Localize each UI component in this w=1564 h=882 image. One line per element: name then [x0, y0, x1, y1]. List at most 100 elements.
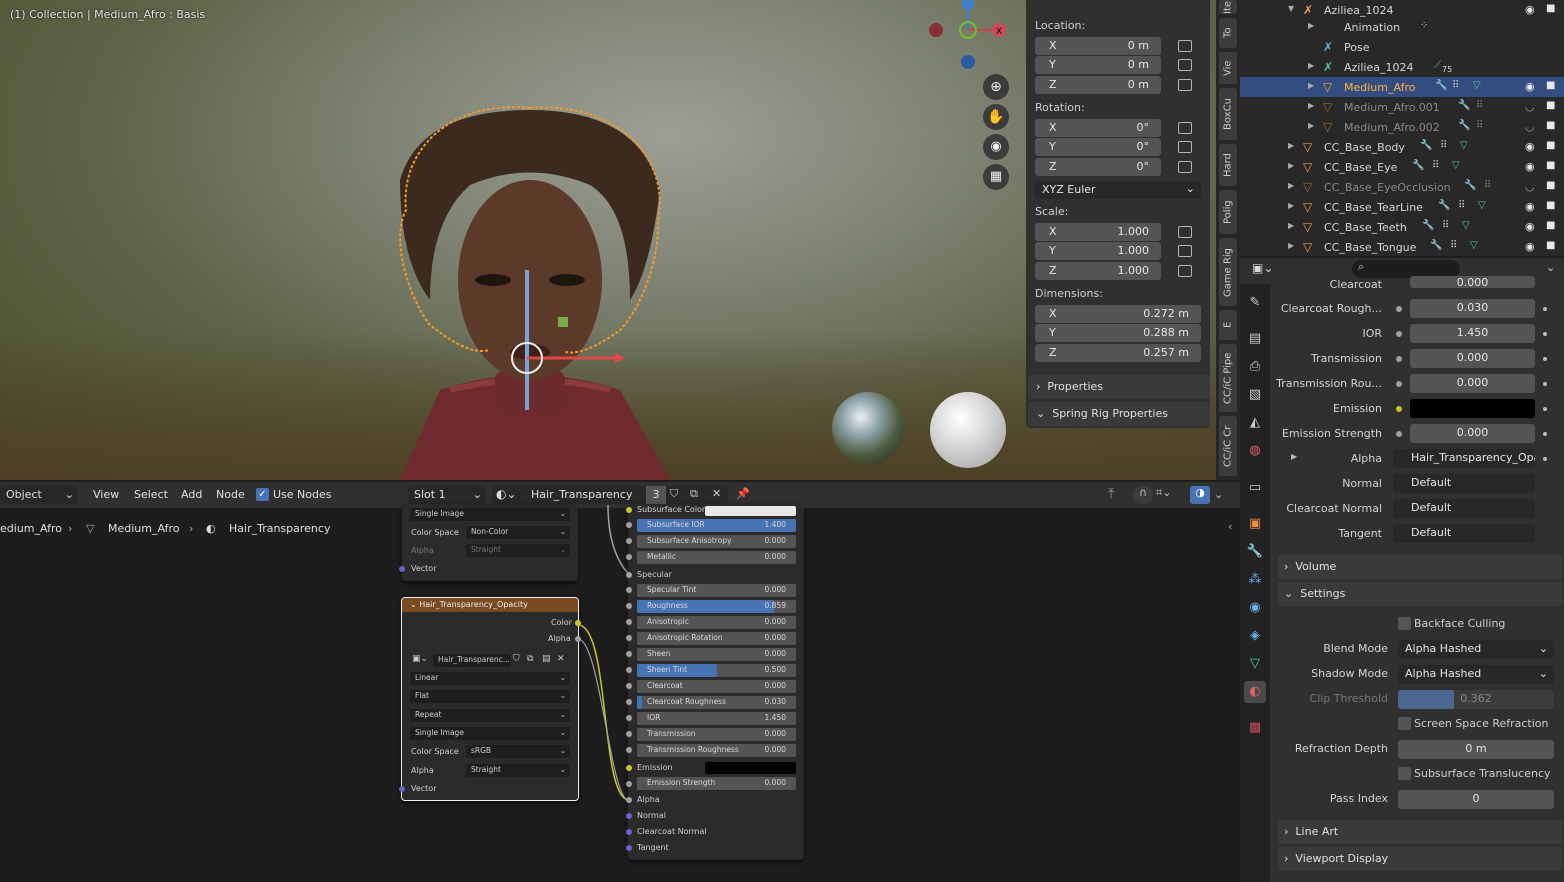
image-name-field[interactable]: Hair_Transparenc... [433, 654, 511, 667]
particles-tab-icon[interactable]: ⁂ [1244, 569, 1266, 591]
outliner-row[interactable]: ▶ ▽ CC_Base_Eye 🔧 ⠿ ▽ ◉ ■ [1240, 157, 1564, 177]
pass-index-field[interactable]: 0 [1398, 790, 1554, 809]
tab-tool[interactable]: To [1219, 18, 1237, 48]
tab-boxcutter[interactable]: BoxCu [1219, 88, 1237, 140]
tab-cc-create[interactable]: CC/iC Cr [1219, 416, 1237, 476]
outliner-row[interactable]: ✗ Pose [1240, 37, 1564, 57]
scale-x-field[interactable]: X 1.000 [1035, 223, 1161, 241]
camera-icon[interactable]: ■ [1546, 180, 1555, 191]
animate-dot[interactable] [1543, 407, 1547, 411]
bsdf-value-field[interactable]: Subsurface IOR 1.400 [637, 519, 796, 532]
menu-node[interactable]: Node [216, 488, 245, 501]
transmission-field[interactable]: 0.000 [1410, 349, 1535, 368]
spring-rig-section-header[interactable]: ⌄ Spring Rig Properties [1028, 402, 1210, 426]
modifier-tab-icon[interactable]: 🔧 [1244, 541, 1266, 563]
menu-add[interactable]: Add [181, 488, 202, 501]
use-nodes-checkbox[interactable]: ✓ [256, 488, 269, 501]
outliner-row[interactable]: ▶ Animation ⁘ [1240, 17, 1564, 37]
input-socket[interactable] [626, 554, 632, 560]
tab-item[interactable]: Ite [1219, 0, 1237, 14]
chevron-down-icon[interactable]: ⌄ [1546, 261, 1555, 274]
zoom-icon[interactable]: ⊕ [983, 74, 1009, 100]
perspective-grid-icon[interactable]: ▦ [983, 164, 1009, 190]
bsdf-value-field[interactable]: Clearcoat 0.000 [637, 680, 796, 693]
alpha-output-socket[interactable] [575, 636, 581, 642]
menu-select[interactable]: Select [134, 488, 168, 501]
bsdf-value-field[interactable]: Anisotropic 0.000 [637, 616, 796, 629]
tangent-input-socket[interactable] [626, 845, 632, 851]
blend-mode-select[interactable]: Alpha Hashed ⌄ [1398, 640, 1554, 659]
constraints-tab-icon[interactable]: ◈ [1244, 625, 1266, 647]
eye-closed-icon[interactable]: ◡ [1525, 100, 1535, 113]
camera-view-icon[interactable]: ◉ [983, 134, 1009, 160]
lock-icon[interactable] [1178, 161, 1192, 173]
expand-toggle-icon[interactable]: ▶ [1288, 201, 1294, 210]
camera-icon[interactable]: ■ [1546, 3, 1555, 14]
subsurface-translucency-checkbox[interactable] [1398, 767, 1411, 780]
lock-icon[interactable] [1178, 245, 1192, 257]
close-icon[interactable]: ✕ [712, 487, 721, 500]
projection-select[interactable]: Flat ⌄ [410, 690, 570, 703]
input-socket[interactable] [626, 507, 632, 513]
user-count-button[interactable]: 3 [646, 486, 666, 504]
bsdf-value-field[interactable]: Metallic 0.000 [637, 551, 796, 564]
emission-strength-field[interactable]: 0.000 [1410, 424, 1535, 443]
expand-toggle-icon[interactable]: ▼ [1288, 4, 1294, 13]
input-socket[interactable] [626, 683, 632, 689]
fake-user-shield-icon[interactable]: ⛉ [513, 654, 520, 664]
navigation-gizmo[interactable]: X [920, 0, 1020, 80]
clearcoat-normal-input-socket[interactable] [626, 829, 632, 835]
input-socket[interactable] [626, 781, 632, 787]
location-y-field[interactable]: Y0 m [1035, 56, 1161, 74]
animate-dot[interactable] [1543, 307, 1547, 311]
line-art-section-header[interactable]: › Line Art [1278, 820, 1562, 844]
tab-polig[interactable]: Polig [1219, 190, 1237, 234]
data-tab-icon[interactable]: ▽ [1244, 653, 1266, 675]
rotation-z-field[interactable]: Z 0° [1035, 158, 1161, 176]
outliner-row[interactable]: ▶ ▽ Medium_Afro.002 🔧 ⠿ ◡ ■ [1240, 117, 1564, 137]
outliner-row[interactable]: ▶ ▽ Medium_Afro.001 🔧 ⠿ ◡ ■ [1240, 97, 1564, 117]
expand-toggle-icon[interactable]: ▶ [1288, 161, 1294, 170]
animate-dot[interactable] [1543, 457, 1547, 461]
location-x-field[interactable]: X0 m [1035, 37, 1161, 55]
tab-view[interactable]: Vie [1219, 52, 1237, 84]
eye-icon[interactable]: ◉ [1525, 200, 1535, 213]
tab-e[interactable]: E [1219, 310, 1237, 340]
parent-node-icon[interactable]: ⤒ [1108, 486, 1114, 502]
outliner-row[interactable]: ▶ ▽ CC_Base_Teeth 🔧 ⠿ ▽ ◉ ■ [1240, 217, 1564, 237]
pan-hand-icon[interactable]: ✋ [983, 104, 1009, 130]
scale-z-field[interactable]: Z 1.000 [1035, 262, 1161, 280]
animate-dot[interactable] [1543, 382, 1547, 386]
outliner-row[interactable]: ▶ ✗ Aziliea_1024 ⟋ 75 [1240, 57, 1564, 77]
color-space-select[interactable]: sRGB ⌄ [466, 745, 570, 758]
eye-icon[interactable]: ◉ [1525, 3, 1535, 16]
menu-view[interactable]: View [93, 488, 119, 501]
input-socket[interactable] [626, 651, 632, 657]
extension-select[interactable]: Repeat ⌄ [410, 709, 570, 722]
tangent-link-field[interactable]: Default [1393, 524, 1535, 543]
viewport-display-section-header[interactable]: › Viewport Display [1278, 847, 1562, 871]
rotation-x-field[interactable]: X 0° [1035, 119, 1161, 137]
input-socket[interactable] [626, 572, 632, 578]
duplicate-icon[interactable]: ⧉ [527, 654, 533, 664]
expand-toggle-icon[interactable]: ▶ [1308, 101, 1314, 110]
screen-space-refraction-checkbox[interactable] [1398, 717, 1411, 730]
physics-tab-icon[interactable]: ◉ [1244, 597, 1266, 619]
expand-toggle-icon[interactable]: ▶ [1308, 121, 1314, 130]
alpha-input-socket[interactable] [626, 797, 632, 803]
bsdf-value-field[interactable]: Sheen Tint 0.500 [637, 664, 796, 677]
outliner-row[interactable]: ▶ ▽ CC_Base_Tongue 🔧 ⠿ ▽ ◉ ■ [1240, 237, 1564, 255]
eye-icon[interactable]: ◉ [1525, 160, 1535, 173]
dimension-x-field[interactable]: X 0.272 m [1035, 305, 1201, 323]
duplicate-icon[interactable]: ⧉ [690, 487, 698, 501]
image-browse-icon[interactable]: ▣⌄ [412, 654, 428, 664]
emission-strength-field[interactable]: Emission Strength 0.000 [637, 777, 796, 790]
texture-tab-icon[interactable]: ▩ [1244, 717, 1266, 739]
input-socket[interactable] [626, 747, 632, 753]
outliner-row[interactable]: ▶ ▽ CC_Base_EyeOcclusion 🔧 ⠿ ◡ ■ [1240, 177, 1564, 197]
clearcoat-field[interactable]: 0.000 [1410, 276, 1535, 288]
color-space-select[interactable]: Non-Color ⌄ [466, 526, 570, 539]
transmission-roughness-field[interactable]: 0.000 [1410, 374, 1535, 393]
bsdf-value-field[interactable]: IOR 1.450 [637, 712, 796, 725]
camera-icon[interactable]: ■ [1546, 220, 1555, 231]
